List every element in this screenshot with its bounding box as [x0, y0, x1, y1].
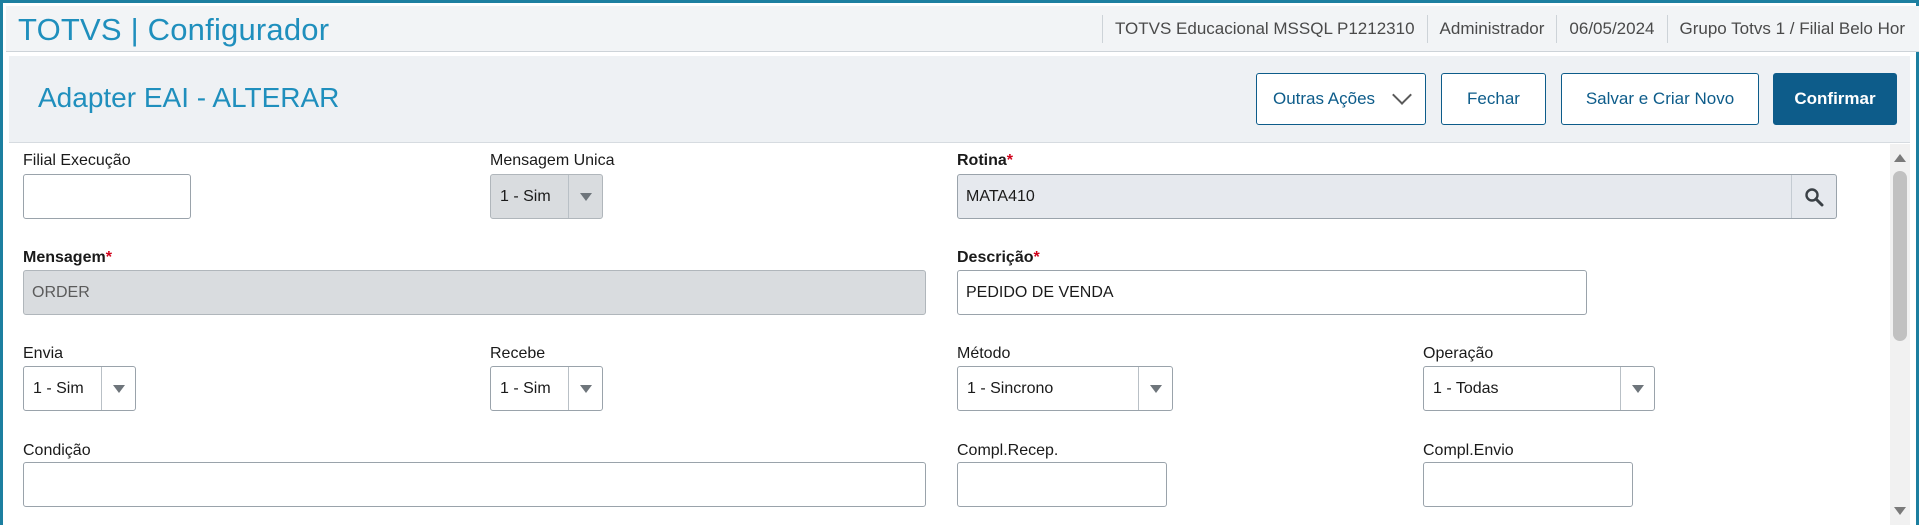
- metodo-value: 1 - Sincrono: [967, 379, 1054, 397]
- form-body: Filial Execução Mensagem Unica 1 - Sim R…: [9, 144, 1889, 525]
- other-actions-label: Outras Ações: [1272, 89, 1376, 108]
- compl-envio-input[interactable]: [1423, 462, 1633, 507]
- search-icon[interactable]: [1791, 175, 1836, 218]
- operacao-select[interactable]: 1 - Todas: [1423, 366, 1655, 411]
- mensagem-label-text: Mensagem: [23, 249, 106, 266]
- session-info: TOTVS Educacional MSSQL P1212310 Adminis…: [1090, 6, 1905, 52]
- rotina-value: MATA410: [966, 187, 1035, 205]
- branch-label[interactable]: Grupo Totvs 1 / Filial Belo Hor: [1680, 19, 1906, 39]
- envia-label: Envia: [23, 345, 64, 362]
- metodo-label: Método: [957, 345, 1011, 362]
- mensagem-input: ORDER: [23, 270, 926, 315]
- descricao-input[interactable]: PEDIDO DE VENDA: [957, 270, 1587, 315]
- divider: [1556, 15, 1558, 43]
- envia-select[interactable]: 1 - Sim: [23, 366, 136, 411]
- confirm-label: Confirmar: [1794, 89, 1876, 108]
- rotina-label-text: Rotina: [957, 152, 1007, 169]
- recebe-value: 1 - Sim: [500, 379, 551, 397]
- scroll-down-icon[interactable]: [1894, 507, 1906, 515]
- close-label: Fechar: [1467, 89, 1520, 108]
- divider: [1426, 15, 1428, 43]
- save-and-new-button[interactable]: Salvar e Criar Novo: [1561, 73, 1759, 125]
- required-marker: *: [1033, 249, 1040, 266]
- mensagem-unica-label: Mensagem Unica: [490, 152, 615, 169]
- recebe-label: Recebe: [490, 345, 546, 362]
- date-label[interactable]: 06/05/2024: [1569, 19, 1654, 39]
- metodo-select[interactable]: 1 - Sincrono: [957, 366, 1173, 411]
- mensagem-label: Mensagem*: [23, 249, 112, 267]
- page-title: Adapter EAI - ALTERAR: [38, 82, 340, 113]
- confirm-button[interactable]: Confirmar: [1773, 73, 1897, 125]
- descricao-label: Descrição*: [957, 249, 1040, 267]
- chevron-down-icon[interactable]: [1138, 367, 1172, 410]
- chevron-down-icon[interactable]: [568, 367, 602, 410]
- user-label[interactable]: Administrador: [1440, 19, 1545, 39]
- scroll-thumb[interactable]: [1893, 171, 1907, 341]
- chevron-down-icon[interactable]: [101, 367, 135, 410]
- vertical-scrollbar[interactable]: [1890, 144, 1910, 525]
- envia-value: 1 - Sim: [33, 379, 84, 397]
- condicao-input[interactable]: [23, 462, 926, 507]
- close-button[interactable]: Fechar: [1441, 73, 1546, 125]
- top-header: TOTVS | Configurador TOTVS Educacional M…: [6, 6, 1919, 52]
- compl-envio-label: Compl.Envio: [1423, 442, 1514, 459]
- page-header: Adapter EAI - ALTERAR Outras Ações Fecha…: [9, 56, 1910, 143]
- compl-recep-label: Compl.Recep.: [957, 442, 1059, 459]
- other-actions-button[interactable]: Outras Ações: [1256, 73, 1426, 125]
- descricao-label-text: Descrição: [957, 249, 1034, 266]
- recebe-select[interactable]: 1 - Sim: [490, 366, 603, 411]
- app-title: TOTVS | Configurador: [18, 12, 330, 47]
- filial-execucao-label: Filial Execução: [23, 152, 131, 169]
- rotina-input[interactable]: MATA410: [957, 174, 1837, 219]
- required-marker: *: [105, 249, 112, 266]
- required-marker: *: [1006, 152, 1014, 169]
- mensagem-unica-select: 1 - Sim: [490, 174, 603, 219]
- divider: [1666, 15, 1668, 43]
- chevron-down-icon: [568, 175, 602, 218]
- rotina-label: Rotina*: [957, 152, 1013, 170]
- compl-recep-input[interactable]: [957, 462, 1167, 507]
- divider: [1101, 15, 1103, 43]
- operacao-label: Operação: [1423, 345, 1494, 362]
- scroll-up-icon[interactable]: [1894, 154, 1906, 162]
- filial-execucao-input[interactable]: [23, 174, 191, 219]
- condicao-label: Condição: [23, 442, 91, 459]
- operacao-value: 1 - Todas: [1433, 379, 1499, 397]
- save-and-new-label: Salvar e Criar Novo: [1585, 89, 1735, 108]
- chevron-down-icon: [1392, 85, 1412, 105]
- environment-label[interactable]: TOTVS Educacional MSSQL P1212310: [1115, 19, 1415, 39]
- mensagem-unica-value: 1 - Sim: [500, 187, 551, 205]
- chevron-down-icon[interactable]: [1620, 367, 1654, 410]
